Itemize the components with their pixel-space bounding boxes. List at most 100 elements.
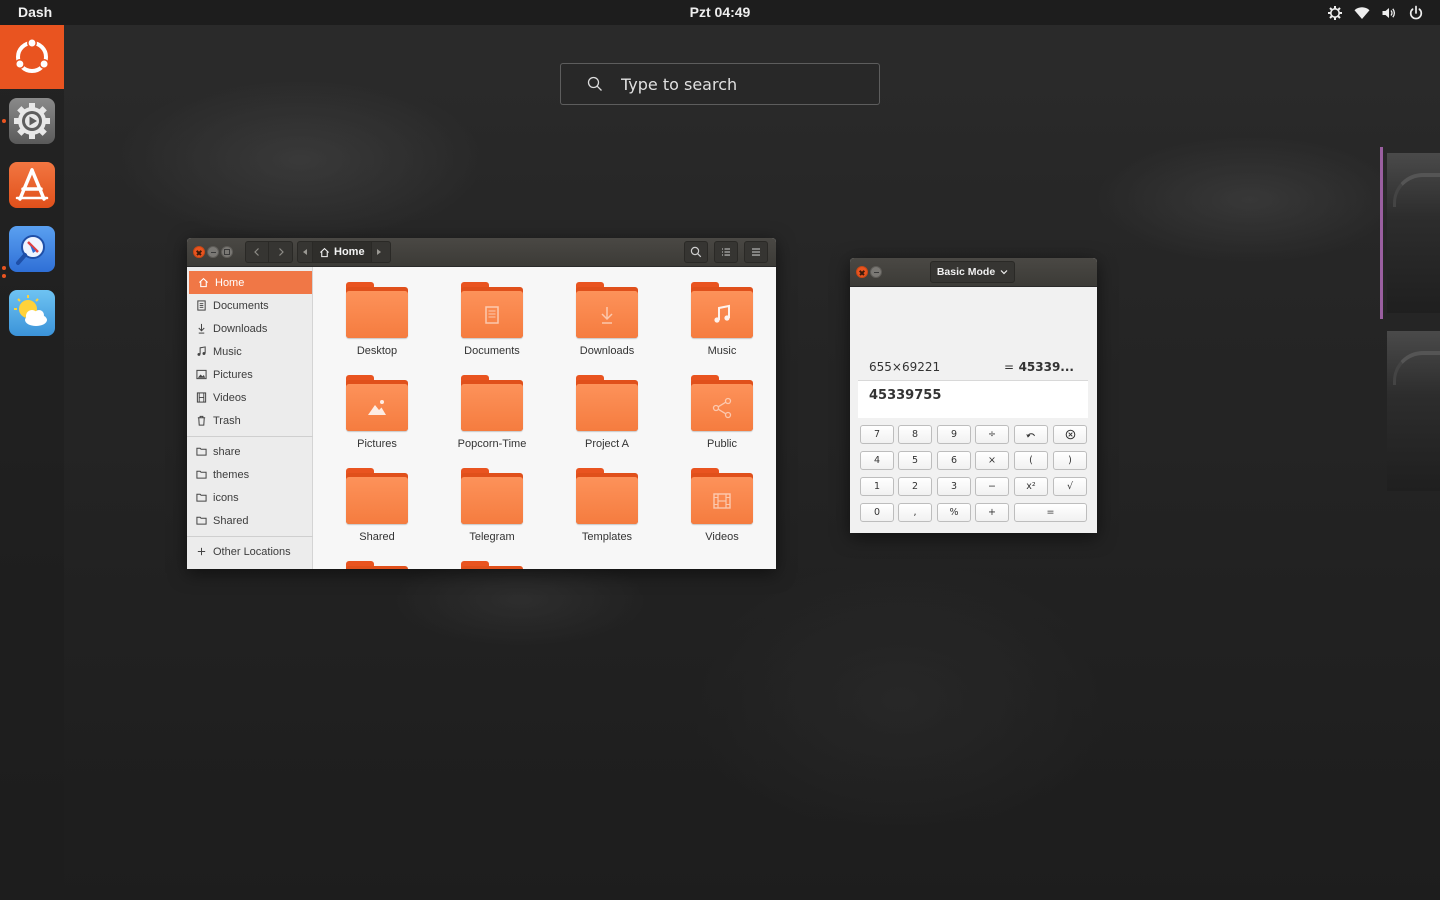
calculator-headerbar: Basic Mode xyxy=(850,258,1097,287)
picture-icon xyxy=(195,369,207,381)
wifi-icon[interactable] xyxy=(1353,4,1370,21)
key-multiply[interactable]: × xyxy=(975,451,1009,470)
power-icon[interactable] xyxy=(1407,4,1424,21)
key-close-paren[interactable]: ) xyxy=(1053,451,1087,470)
sidebar-item-themes[interactable]: themes xyxy=(187,463,313,486)
sidebar-item-label: Downloads xyxy=(213,322,268,335)
sidebar-item-videos[interactable]: Videos xyxy=(187,386,313,409)
path-home-button[interactable]: Home xyxy=(312,242,372,262)
volume-icon[interactable] xyxy=(1380,4,1397,21)
folder-project-a[interactable]: Project A xyxy=(557,360,657,450)
key-4[interactable]: 4 xyxy=(860,451,894,470)
download-icon xyxy=(195,323,207,335)
window-indicator xyxy=(2,274,6,278)
key-decimal[interactable]: , xyxy=(898,503,932,522)
sidebar-item-label: share xyxy=(213,445,241,458)
folder-icon xyxy=(576,282,638,338)
folder-icon xyxy=(461,468,523,524)
path-scroll-right[interactable] xyxy=(372,242,386,262)
folder-popcorn-time[interactable]: Popcorn-Time xyxy=(442,360,542,450)
workspace-thumbnail[interactable] xyxy=(1387,153,1440,313)
folder-partial[interactable] xyxy=(442,546,542,569)
folder-downloads[interactable]: Downloads xyxy=(557,267,657,357)
search-icon xyxy=(587,76,602,91)
key-percent[interactable]: % xyxy=(937,503,971,522)
search-input[interactable] xyxy=(621,74,861,94)
folder-pictures[interactable]: Pictures xyxy=(327,360,427,450)
launcher-system-settings[interactable] xyxy=(0,89,64,153)
launcher-web-browser[interactable] xyxy=(0,217,64,281)
path-scroll-left[interactable] xyxy=(298,242,312,262)
view-list-button[interactable] xyxy=(714,241,738,263)
dash-search-box[interactable] xyxy=(560,63,880,105)
maximize-button[interactable] xyxy=(221,246,233,258)
launcher xyxy=(0,25,64,900)
launcher-software-center[interactable] xyxy=(0,153,64,217)
download-icon xyxy=(601,306,613,324)
key-add[interactable]: + xyxy=(975,503,1009,522)
path-current-label: Home xyxy=(334,246,365,258)
sidebar-item-other-locations[interactable]: Other Locations xyxy=(187,540,313,563)
key-5[interactable]: 5 xyxy=(898,451,932,470)
sidebar-item-trash[interactable]: Trash xyxy=(187,409,313,432)
search-toggle[interactable] xyxy=(684,241,708,263)
key-8[interactable]: 8 xyxy=(898,425,932,444)
ubuntu-logo-icon xyxy=(14,38,50,74)
folder-partial[interactable] xyxy=(327,546,427,569)
minimize-button[interactable] xyxy=(207,246,219,258)
system-tray xyxy=(1326,4,1424,21)
key-3[interactable]: 3 xyxy=(937,477,971,496)
key-2[interactable]: 2 xyxy=(898,477,932,496)
folder-videos[interactable]: Videos xyxy=(672,453,772,543)
sidebar-item-share[interactable]: share xyxy=(187,440,313,463)
sidebar-item-downloads[interactable]: Downloads xyxy=(187,317,313,340)
launcher-weather[interactable] xyxy=(0,281,64,345)
sidebar-item-icons[interactable]: icons xyxy=(187,486,313,509)
video-icon xyxy=(195,392,207,404)
key-open-paren[interactable]: ( xyxy=(1014,451,1048,470)
folder-templates[interactable]: Templates xyxy=(557,453,657,543)
folder-telegram[interactable]: Telegram xyxy=(442,453,542,543)
sidebar-item-home[interactable]: Home xyxy=(189,271,312,294)
folder-shared[interactable]: Shared xyxy=(327,453,427,543)
key-square-root[interactable]: √ xyxy=(1053,477,1087,496)
close-button[interactable] xyxy=(856,266,868,278)
menu-button[interactable] xyxy=(744,241,768,263)
key-7[interactable]: 7 xyxy=(860,425,894,444)
key-1[interactable]: 1 xyxy=(860,477,894,496)
mode-selector[interactable]: Basic Mode xyxy=(930,261,1015,283)
settings-gear-icon[interactable] xyxy=(1326,4,1343,21)
key-square[interactable]: x² xyxy=(1014,477,1048,496)
key-6[interactable]: 6 xyxy=(937,451,971,470)
key-0[interactable]: 0 xyxy=(860,503,894,522)
undo-button[interactable] xyxy=(1014,425,1048,444)
folder-icon xyxy=(346,468,408,524)
folder-public[interactable]: Public xyxy=(672,360,772,450)
clear-icon xyxy=(1065,429,1075,440)
folder-label: Pictures xyxy=(357,438,397,450)
clock[interactable]: Pzt 04:49 xyxy=(690,4,751,20)
launcher-dash-button[interactable] xyxy=(0,25,64,89)
arrow-right-icon xyxy=(376,249,381,255)
key-divide[interactable]: ÷ xyxy=(975,425,1009,444)
sidebar-item-music[interactable]: Music xyxy=(187,340,313,363)
document-icon xyxy=(485,305,499,324)
key-equals[interactable]: = xyxy=(1014,503,1087,522)
clear-button[interactable] xyxy=(1053,425,1087,444)
back-button[interactable] xyxy=(246,242,269,262)
sidebar-item-label: Other Locations xyxy=(213,545,291,558)
minimize-button[interactable] xyxy=(870,266,882,278)
folder-documents[interactable]: Documents xyxy=(442,267,542,357)
history-entry[interactable]: 655×69221 = 45339... xyxy=(858,358,1088,378)
folder-music[interactable]: Music xyxy=(672,267,772,357)
key-9[interactable]: 9 xyxy=(937,425,971,444)
workspace-thumbnail[interactable] xyxy=(1387,331,1440,491)
close-button[interactable] xyxy=(193,246,205,258)
key-subtract[interactable]: − xyxy=(975,477,1009,496)
folder-desktop[interactable]: Desktop xyxy=(327,267,427,357)
sidebar-item-documents[interactable]: Documents xyxy=(187,294,313,317)
forward-button[interactable] xyxy=(269,242,292,262)
sidebar-item-shared[interactable]: Shared xyxy=(187,509,313,532)
calculator-display[interactable]: 45339755 xyxy=(858,380,1088,418)
sidebar-item-pictures[interactable]: Pictures xyxy=(187,363,313,386)
